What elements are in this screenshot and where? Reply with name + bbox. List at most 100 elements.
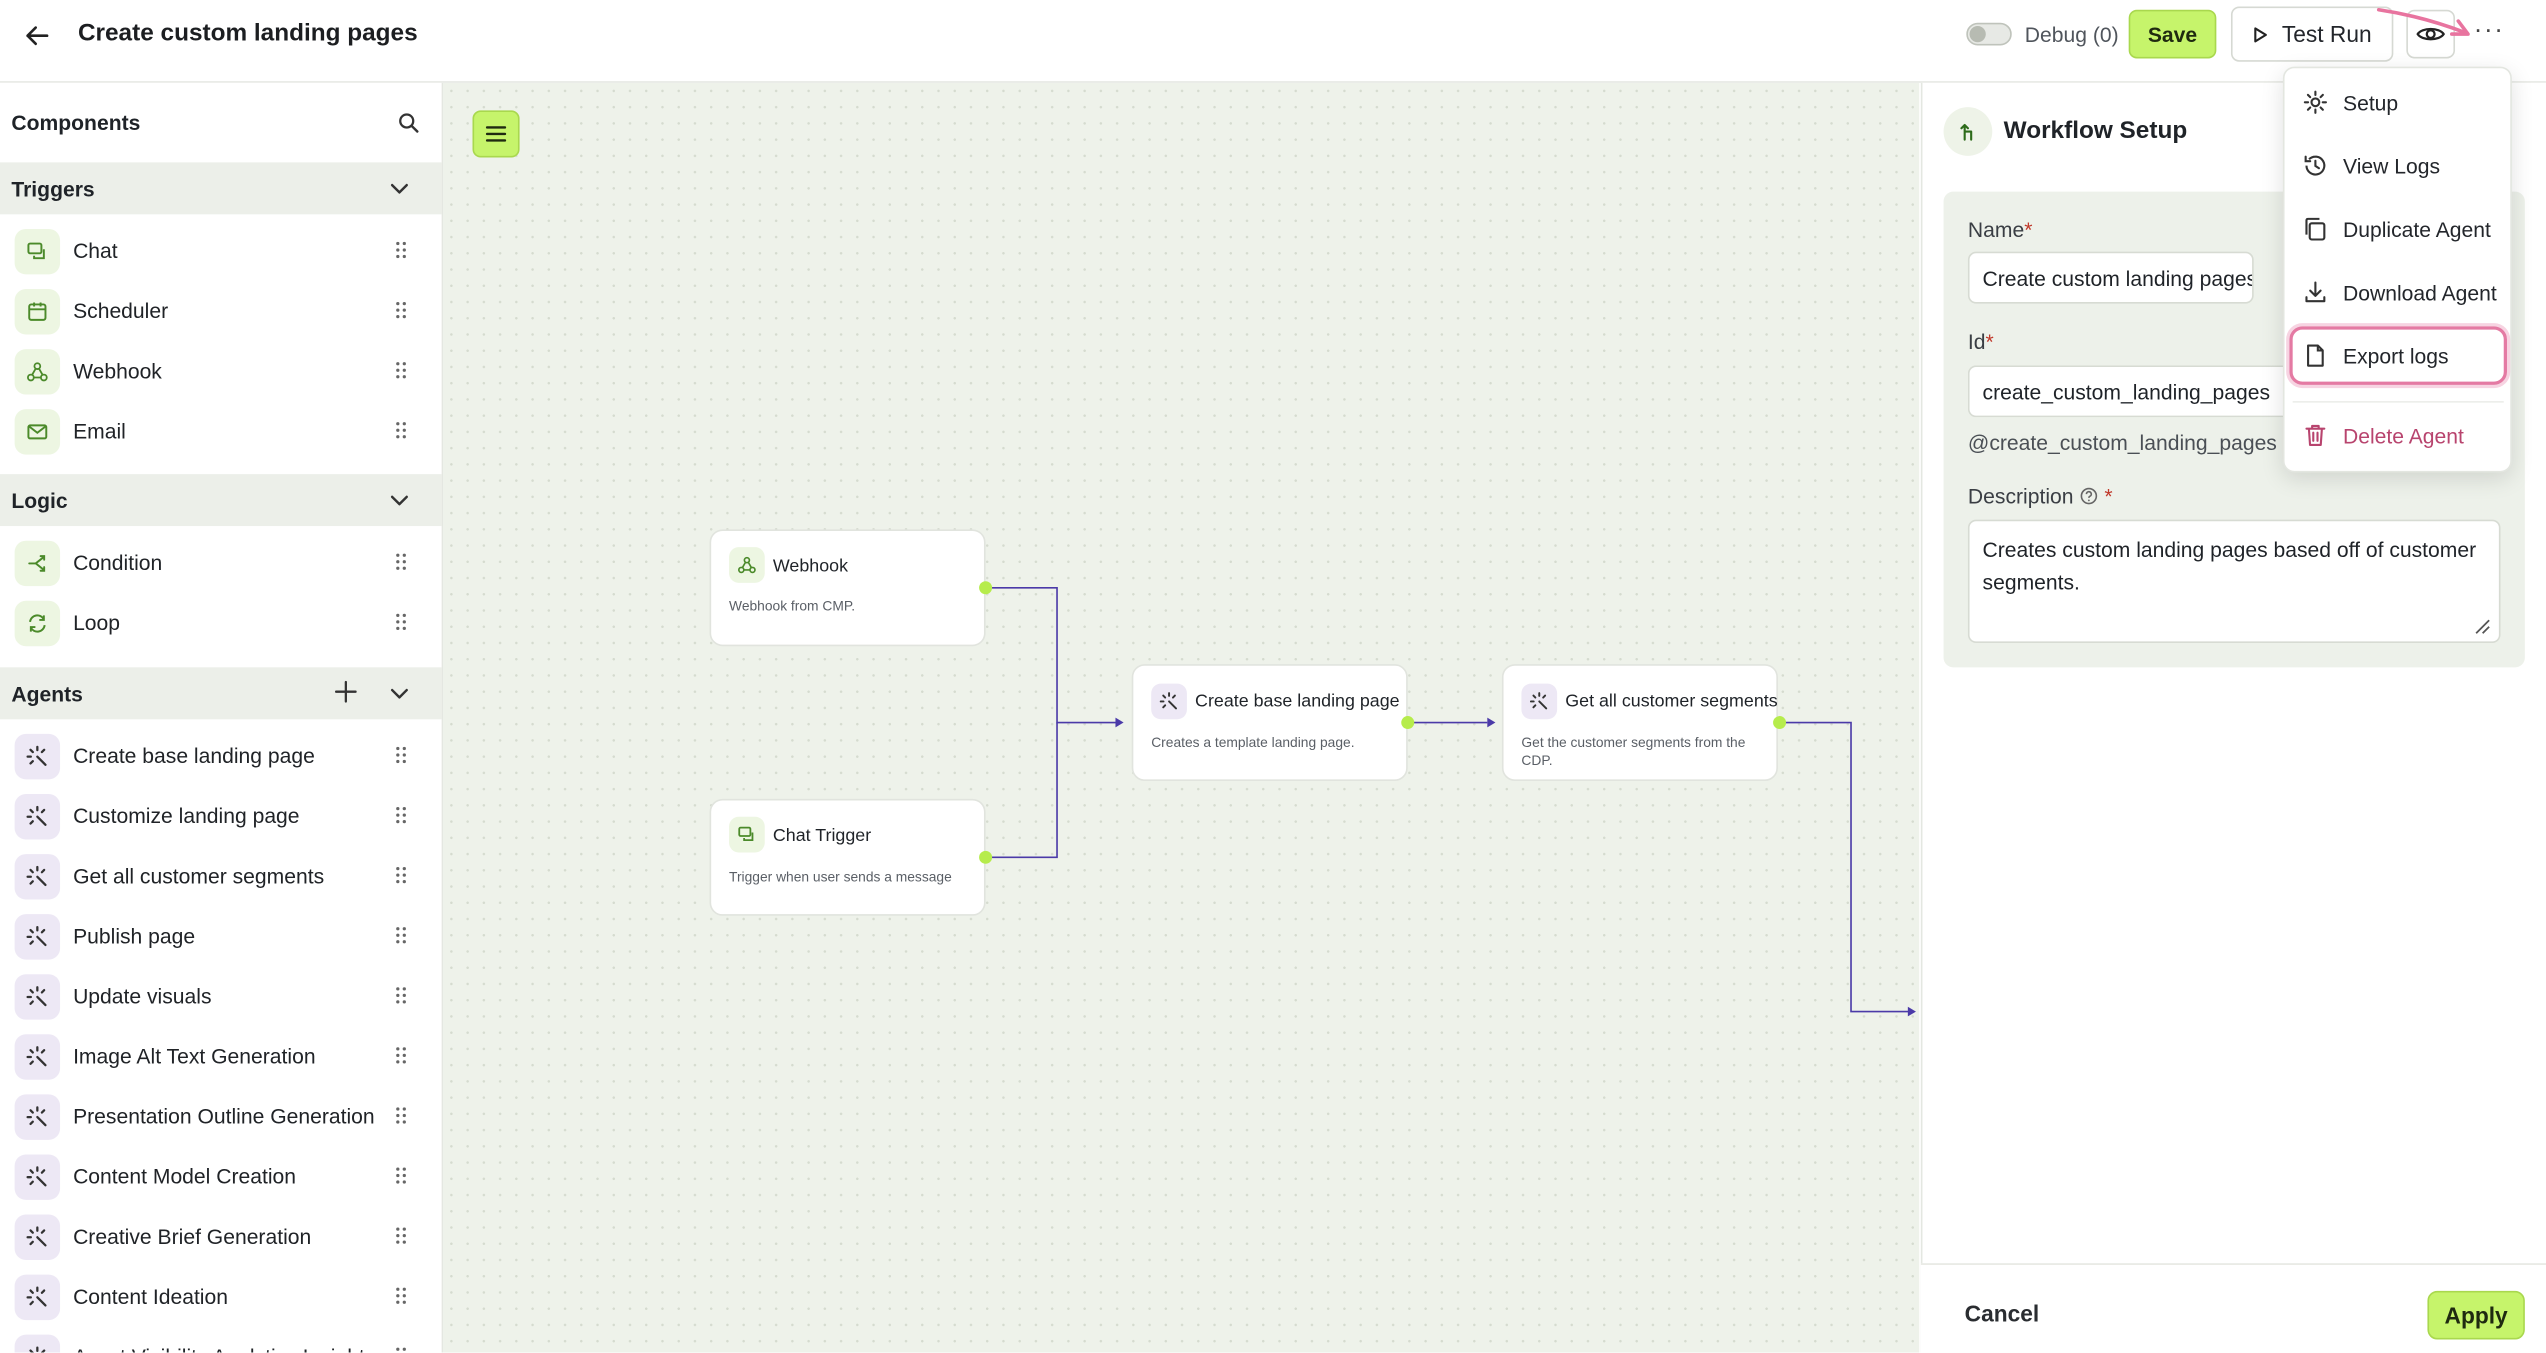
sidebar-item-loop[interactable]: Loop xyxy=(0,593,442,653)
apply-button[interactable]: Apply xyxy=(2427,1290,2525,1340)
section-triggers[interactable]: Triggers xyxy=(0,162,442,215)
gear-icon xyxy=(2302,89,2328,115)
sidebar-item-agent[interactable]: Asset Visibility Analytics Insights xyxy=(0,1327,442,1353)
drag-handle-icon[interactable] xyxy=(395,865,408,884)
sidebar-item-agent[interactable]: Content Model Creation xyxy=(0,1146,442,1206)
sidebar-item-agent[interactable]: Customize landing page xyxy=(0,786,442,846)
panel-title: Workflow Setup xyxy=(2003,116,2188,145)
node-description: Webhook from CMP. xyxy=(729,597,856,614)
workflow-icon xyxy=(1943,107,1993,156)
drag-handle-icon[interactable] xyxy=(395,745,408,764)
menu-divider xyxy=(2292,401,2504,403)
chevron-down-icon[interactable] xyxy=(390,180,409,196)
description-label: Description * xyxy=(1967,483,2113,509)
description-textarea[interactable]: Creates custom landing pages based off o… xyxy=(1967,519,2501,643)
menu-item-view-logs[interactable]: View Logs xyxy=(2293,140,2504,192)
node-output-port[interactable] xyxy=(1401,716,1415,730)
save-button[interactable]: Save xyxy=(2128,9,2217,59)
menu-item-setup[interactable]: Setup xyxy=(2293,76,2504,128)
menu-item-download-agent[interactable]: Download Agent xyxy=(2293,266,2504,318)
menu-item-export-logs[interactable]: Export logs xyxy=(2289,326,2507,385)
sidebar-item-email[interactable]: Email xyxy=(0,401,442,461)
node-output-port[interactable] xyxy=(979,850,993,864)
drag-handle-icon[interactable] xyxy=(395,421,408,440)
sidebar-item-agent[interactable]: Create base landing page xyxy=(0,726,442,786)
node-get-all-customer-segments[interactable]: Get all customer segments Get the custom… xyxy=(1501,664,1778,781)
sidebar-item-agent[interactable]: Presentation Outline Generation xyxy=(0,1086,442,1146)
sidebar-item-agent[interactable]: Creative Brief Generation xyxy=(0,1206,442,1266)
item-label: Content Ideation xyxy=(73,1284,228,1309)
id-input[interactable]: create_custom_landing_pages xyxy=(1967,365,2293,418)
drag-handle-icon[interactable] xyxy=(395,986,408,1005)
menu-item-delete-agent[interactable]: Delete Agent xyxy=(2293,409,2504,461)
cancel-button[interactable]: Cancel xyxy=(1965,1301,2040,1327)
sidebar-item-agent[interactable]: Publish page xyxy=(0,906,442,966)
test-run-button[interactable]: Test Run xyxy=(2230,6,2394,62)
item-label: Scheduler xyxy=(73,298,169,324)
drag-handle-icon[interactable] xyxy=(395,1046,408,1065)
sidebar-item-agent[interactable]: Update visuals xyxy=(0,966,442,1026)
chevron-down-icon[interactable] xyxy=(390,685,409,701)
agent-handle: @create_custom_landing_pages xyxy=(1967,430,2277,455)
item-label: Content Model Creation xyxy=(73,1164,297,1189)
sidebar-item-chat[interactable]: Chat xyxy=(0,221,442,281)
drag-handle-icon[interactable] xyxy=(395,1106,408,1125)
back-arrow-icon[interactable] xyxy=(23,21,52,50)
sidebar-item-agent[interactable]: Get all customer segments xyxy=(0,846,442,906)
menu-item-label: Setup xyxy=(2342,90,2399,115)
drag-handle-icon[interactable] xyxy=(395,240,408,259)
drag-handle-icon[interactable] xyxy=(395,1166,408,1185)
search-icon[interactable] xyxy=(398,112,419,133)
section-title: Agents xyxy=(11,681,83,707)
drag-handle-icon[interactable] xyxy=(395,926,408,945)
item-label: Customize landing page xyxy=(73,803,300,829)
item-label: Asset Visibility Analytics Insights xyxy=(73,1344,375,1352)
menu-item-label: Delete Agent xyxy=(2342,422,2464,448)
node-title: Webhook xyxy=(772,556,849,577)
history-icon xyxy=(2302,153,2328,179)
item-label: Condition xyxy=(73,550,163,575)
debug-toggle-knob xyxy=(1969,25,1986,43)
agent-icon xyxy=(14,1274,61,1321)
item-label: Webhook xyxy=(73,358,162,384)
drag-handle-icon[interactable] xyxy=(395,552,408,571)
section-agents[interactable]: Agents xyxy=(0,667,442,720)
menu-item-duplicate-agent[interactable]: Duplicate Agent xyxy=(2293,203,2504,255)
sidebar-item-condition[interactable]: Condition xyxy=(0,533,442,593)
file-icon xyxy=(2302,343,2328,369)
node-description: Trigger when user sends a message xyxy=(729,868,952,885)
sidebar-item-agent[interactable]: Image Alt Text Generation xyxy=(0,1026,442,1086)
item-label: Loop xyxy=(73,610,121,635)
section-logic[interactable]: Logic xyxy=(0,474,442,527)
node-output-port[interactable] xyxy=(1773,716,1787,730)
node-title: Get all customer segments xyxy=(1565,691,1778,712)
add-agent-icon[interactable] xyxy=(334,680,357,703)
resize-handle-icon[interactable] xyxy=(2471,615,2490,634)
sidebar-item-webhook[interactable]: Webhook xyxy=(0,341,442,401)
edge-webhook-to-create xyxy=(985,586,1116,724)
node-create-base-landing-page[interactable]: Create base landing page Creates a templ… xyxy=(1131,664,1408,781)
drag-handle-icon[interactable] xyxy=(395,300,408,319)
drag-handle-icon[interactable] xyxy=(395,1286,408,1305)
node-output-port[interactable] xyxy=(979,581,993,595)
name-input[interactable]: Create custom landing pages xyxy=(1967,251,2254,304)
drag-handle-icon[interactable] xyxy=(395,612,408,631)
agent-icon xyxy=(14,793,61,840)
node-chat-trigger[interactable]: Chat Trigger Trigger when user sends a m… xyxy=(709,798,986,916)
debug-label: Debug (0) xyxy=(2024,22,2119,48)
download-icon xyxy=(2302,279,2328,305)
test-run-label: Test Run xyxy=(2281,21,2372,48)
agent-icon xyxy=(14,854,61,900)
sidebar-item-agent[interactable]: Content Ideation xyxy=(0,1266,442,1326)
help-icon[interactable] xyxy=(2080,487,2098,505)
node-description: Get the customer segments from the CDP. xyxy=(1521,733,1746,769)
item-label: Image Alt Text Generation xyxy=(73,1044,316,1069)
chevron-down-icon[interactable] xyxy=(390,492,409,508)
node-webhook[interactable]: Webhook Webhook from CMP. xyxy=(709,529,986,647)
drag-handle-icon[interactable] xyxy=(395,805,408,824)
sidebar-item-scheduler[interactable]: Scheduler xyxy=(0,281,442,341)
drag-handle-icon[interactable] xyxy=(395,360,408,379)
node-title: Create base landing page xyxy=(1195,691,1400,712)
annotation-arrow-icon xyxy=(2374,3,2478,45)
drag-handle-icon[interactable] xyxy=(395,1226,408,1245)
